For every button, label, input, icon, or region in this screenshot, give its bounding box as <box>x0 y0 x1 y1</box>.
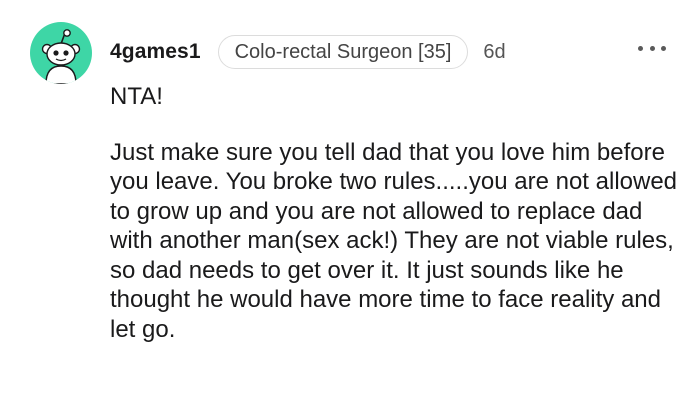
comment-paragraph: NTA! <box>110 83 163 110</box>
comment: 4games1 Colo-rectal Surgeon [35] 6d NTA!… <box>0 0 700 403</box>
comment-header: 4games1 Colo-rectal Surgeon [35] 6d <box>110 34 506 70</box>
user-flair: Colo-rectal Surgeon [35] <box>217 35 469 69</box>
comment-paragraph: Just make sure you tell dad that you lov… <box>110 138 678 343</box>
username[interactable]: 4games1 <box>110 40 201 64</box>
comment-body: NTA! Just make sure you tell dad that yo… <box>110 82 685 344</box>
more-dot <box>638 45 643 51</box>
more-dot <box>661 45 666 51</box>
more-dot <box>649 45 655 51</box>
more-horizontal-icon[interactable] <box>638 38 666 58</box>
timestamp[interactable]: 6d <box>483 41 505 64</box>
reddit-snoo-icon <box>41 29 81 84</box>
avatar[interactable] <box>30 22 92 84</box>
